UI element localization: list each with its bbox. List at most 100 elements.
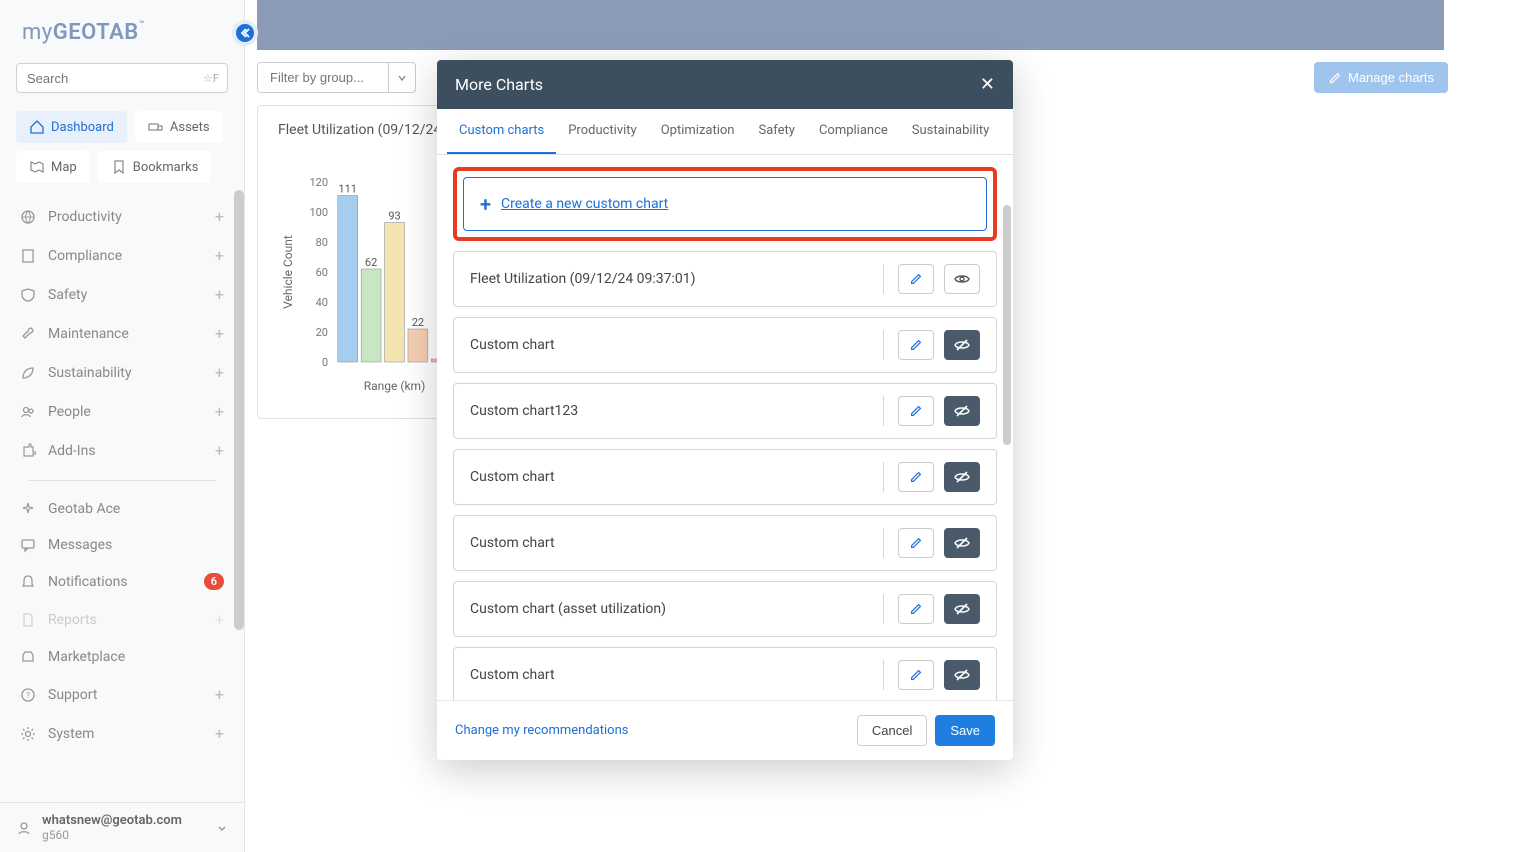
logo-part2: GEOTAB: [53, 20, 139, 45]
sidebar-item-sustainability[interactable]: Sustainability +: [8, 353, 236, 392]
plus-icon: +: [215, 363, 224, 382]
sidebar-item-maintenance[interactable]: Maintenance+: [8, 314, 236, 353]
chart-row-name: Custom chart: [470, 535, 883, 551]
search-shortcut: ☆F: [203, 72, 219, 85]
pill-dashboard[interactable]: Dashboard: [16, 111, 127, 143]
close-icon[interactable]: ✕: [980, 74, 995, 95]
sidebar-scrollbar[interactable]: [234, 190, 244, 630]
toggle-visibility-button[interactable]: [944, 264, 980, 294]
create-custom-chart-button[interactable]: + Create a new custom chart: [463, 177, 987, 231]
pill-map[interactable]: Map: [16, 151, 90, 183]
toggle-visibility-button[interactable]: [944, 396, 980, 426]
pill-label: Dashboard: [51, 120, 114, 135]
sidebar-item-reports[interactable]: Reports+: [8, 600, 236, 639]
chart-list-row: Custom chart (asset utilization): [453, 581, 997, 637]
sidebar-item-people[interactable]: People+: [8, 392, 236, 431]
search-input[interactable]: [27, 71, 203, 86]
pill-assets[interactable]: Assets: [135, 111, 223, 143]
svg-text:120: 120: [309, 176, 328, 189]
edit-chart-button[interactable]: [898, 594, 934, 624]
notification-badge: 6: [204, 573, 224, 590]
group-filter-dropdown[interactable]: [388, 63, 415, 92]
svg-text:0: 0: [322, 356, 328, 369]
pill-bookmarks[interactable]: Bookmarks: [98, 151, 212, 183]
tab-productivity[interactable]: Productivity: [556, 109, 648, 154]
sidebar-item-system[interactable]: System+: [8, 714, 236, 753]
search-box[interactable]: ☆F: [16, 63, 228, 93]
nav-label: Compliance: [48, 248, 122, 264]
tab-safety[interactable]: Safety: [746, 109, 806, 154]
toggle-visibility-button[interactable]: [944, 462, 980, 492]
svg-text:22: 22: [412, 316, 424, 329]
sidebar-item-productivity[interactable]: Productivity+: [8, 197, 236, 236]
edit-chart-button[interactable]: [898, 660, 934, 690]
dialog-title: More Charts: [455, 75, 543, 94]
group-filter[interactable]: [257, 62, 416, 93]
toggle-visibility-button[interactable]: [944, 528, 980, 558]
sidebar-item-safety[interactable]: Safety+: [8, 275, 236, 314]
plus-icon: +: [480, 192, 491, 216]
tab-custom-charts[interactable]: Custom charts: [447, 109, 556, 154]
nav-label: Sustainability: [48, 365, 131, 381]
edit-chart-button[interactable]: [898, 528, 934, 558]
nav-label: Add-Ins: [48, 443, 96, 459]
sidebar-item-compliance[interactable]: Compliance +: [8, 236, 236, 275]
user-footer[interactable]: whatsnew@geotab.com g560: [0, 802, 244, 852]
edit-chart-button[interactable]: [898, 264, 934, 294]
toggle-visibility-button[interactable]: [944, 660, 980, 690]
sidebar: myGEOTAB™ ☆F Dashboard Assets Map Bookma…: [0, 0, 245, 852]
dialog-header: More Charts ✕: [437, 60, 1013, 109]
map-icon: [29, 159, 45, 175]
sidebar-item-support[interactable]: ?Support+: [8, 675, 236, 714]
plus-icon: +: [215, 246, 224, 265]
chart-list-row: Custom chart123: [453, 383, 997, 439]
sidebar-item-messages[interactable]: Messages: [8, 527, 236, 563]
message-icon: [20, 537, 36, 553]
globe-icon: [20, 209, 36, 225]
sidebar-item-notifications[interactable]: Notifications6: [8, 563, 236, 600]
puzzle-icon: [20, 443, 36, 459]
toggle-visibility-button[interactable]: [944, 594, 980, 624]
user-email: whatsnew@geotab.com: [42, 813, 206, 828]
wrench-icon: [20, 326, 36, 342]
dialog-scrollbar[interactable]: [1003, 205, 1011, 445]
pill-label: Assets: [170, 120, 210, 135]
chart-row-name: Custom chart123: [470, 403, 883, 419]
edit-chart-button[interactable]: [898, 396, 934, 426]
bell-icon: [20, 574, 36, 590]
sidebar-item-geotab-ace[interactable]: Geotab Ace: [8, 491, 236, 527]
tab-compliance[interactable]: Compliance: [807, 109, 900, 154]
tab-sustainability[interactable]: Sustainability: [900, 109, 1002, 154]
edit-chart-button[interactable]: [898, 462, 934, 492]
logo-tm: ™: [139, 20, 145, 30]
manage-charts-label: Manage charts: [1348, 70, 1434, 85]
change-recommendations-link[interactable]: Change my recommendations: [455, 723, 628, 738]
sidebar-item-marketplace[interactable]: Marketplace: [8, 639, 236, 675]
tab-optimization[interactable]: Optimization: [649, 109, 747, 154]
chart-list-row: Custom chart: [453, 515, 997, 571]
plus-icon: +: [215, 441, 224, 460]
clipboard-icon: [20, 248, 36, 264]
svg-text:62: 62: [365, 256, 377, 269]
dialog-tabs: Custom charts Productivity Optimization …: [437, 109, 1013, 155]
svg-text:Vehicle Count: Vehicle Count: [281, 235, 295, 309]
dialog-footer: Change my recommendations Cancel Save: [437, 700, 1013, 760]
file-icon: [20, 612, 36, 628]
nav-label: Reports: [48, 612, 97, 628]
svg-text:60: 60: [316, 266, 328, 279]
edit-chart-button[interactable]: [898, 330, 934, 360]
logo-part1: my: [22, 20, 53, 45]
save-button[interactable]: Save: [935, 715, 995, 746]
nav-label: Messages: [48, 537, 112, 553]
plus-icon: +: [215, 324, 224, 343]
sidebar-item-addins[interactable]: Add-Ins +: [8, 431, 236, 470]
toggle-visibility-button[interactable]: [944, 330, 980, 360]
gear-icon: [20, 726, 36, 742]
nav-label: Geotab Ace: [48, 501, 120, 517]
nav-label: Safety: [48, 287, 87, 303]
sidebar-collapse-button[interactable]: [232, 20, 258, 46]
manage-charts-button[interactable]: Manage charts: [1314, 62, 1448, 93]
cancel-button[interactable]: Cancel: [857, 715, 927, 746]
nav-divider: [28, 480, 216, 481]
group-filter-input[interactable]: [258, 63, 388, 92]
